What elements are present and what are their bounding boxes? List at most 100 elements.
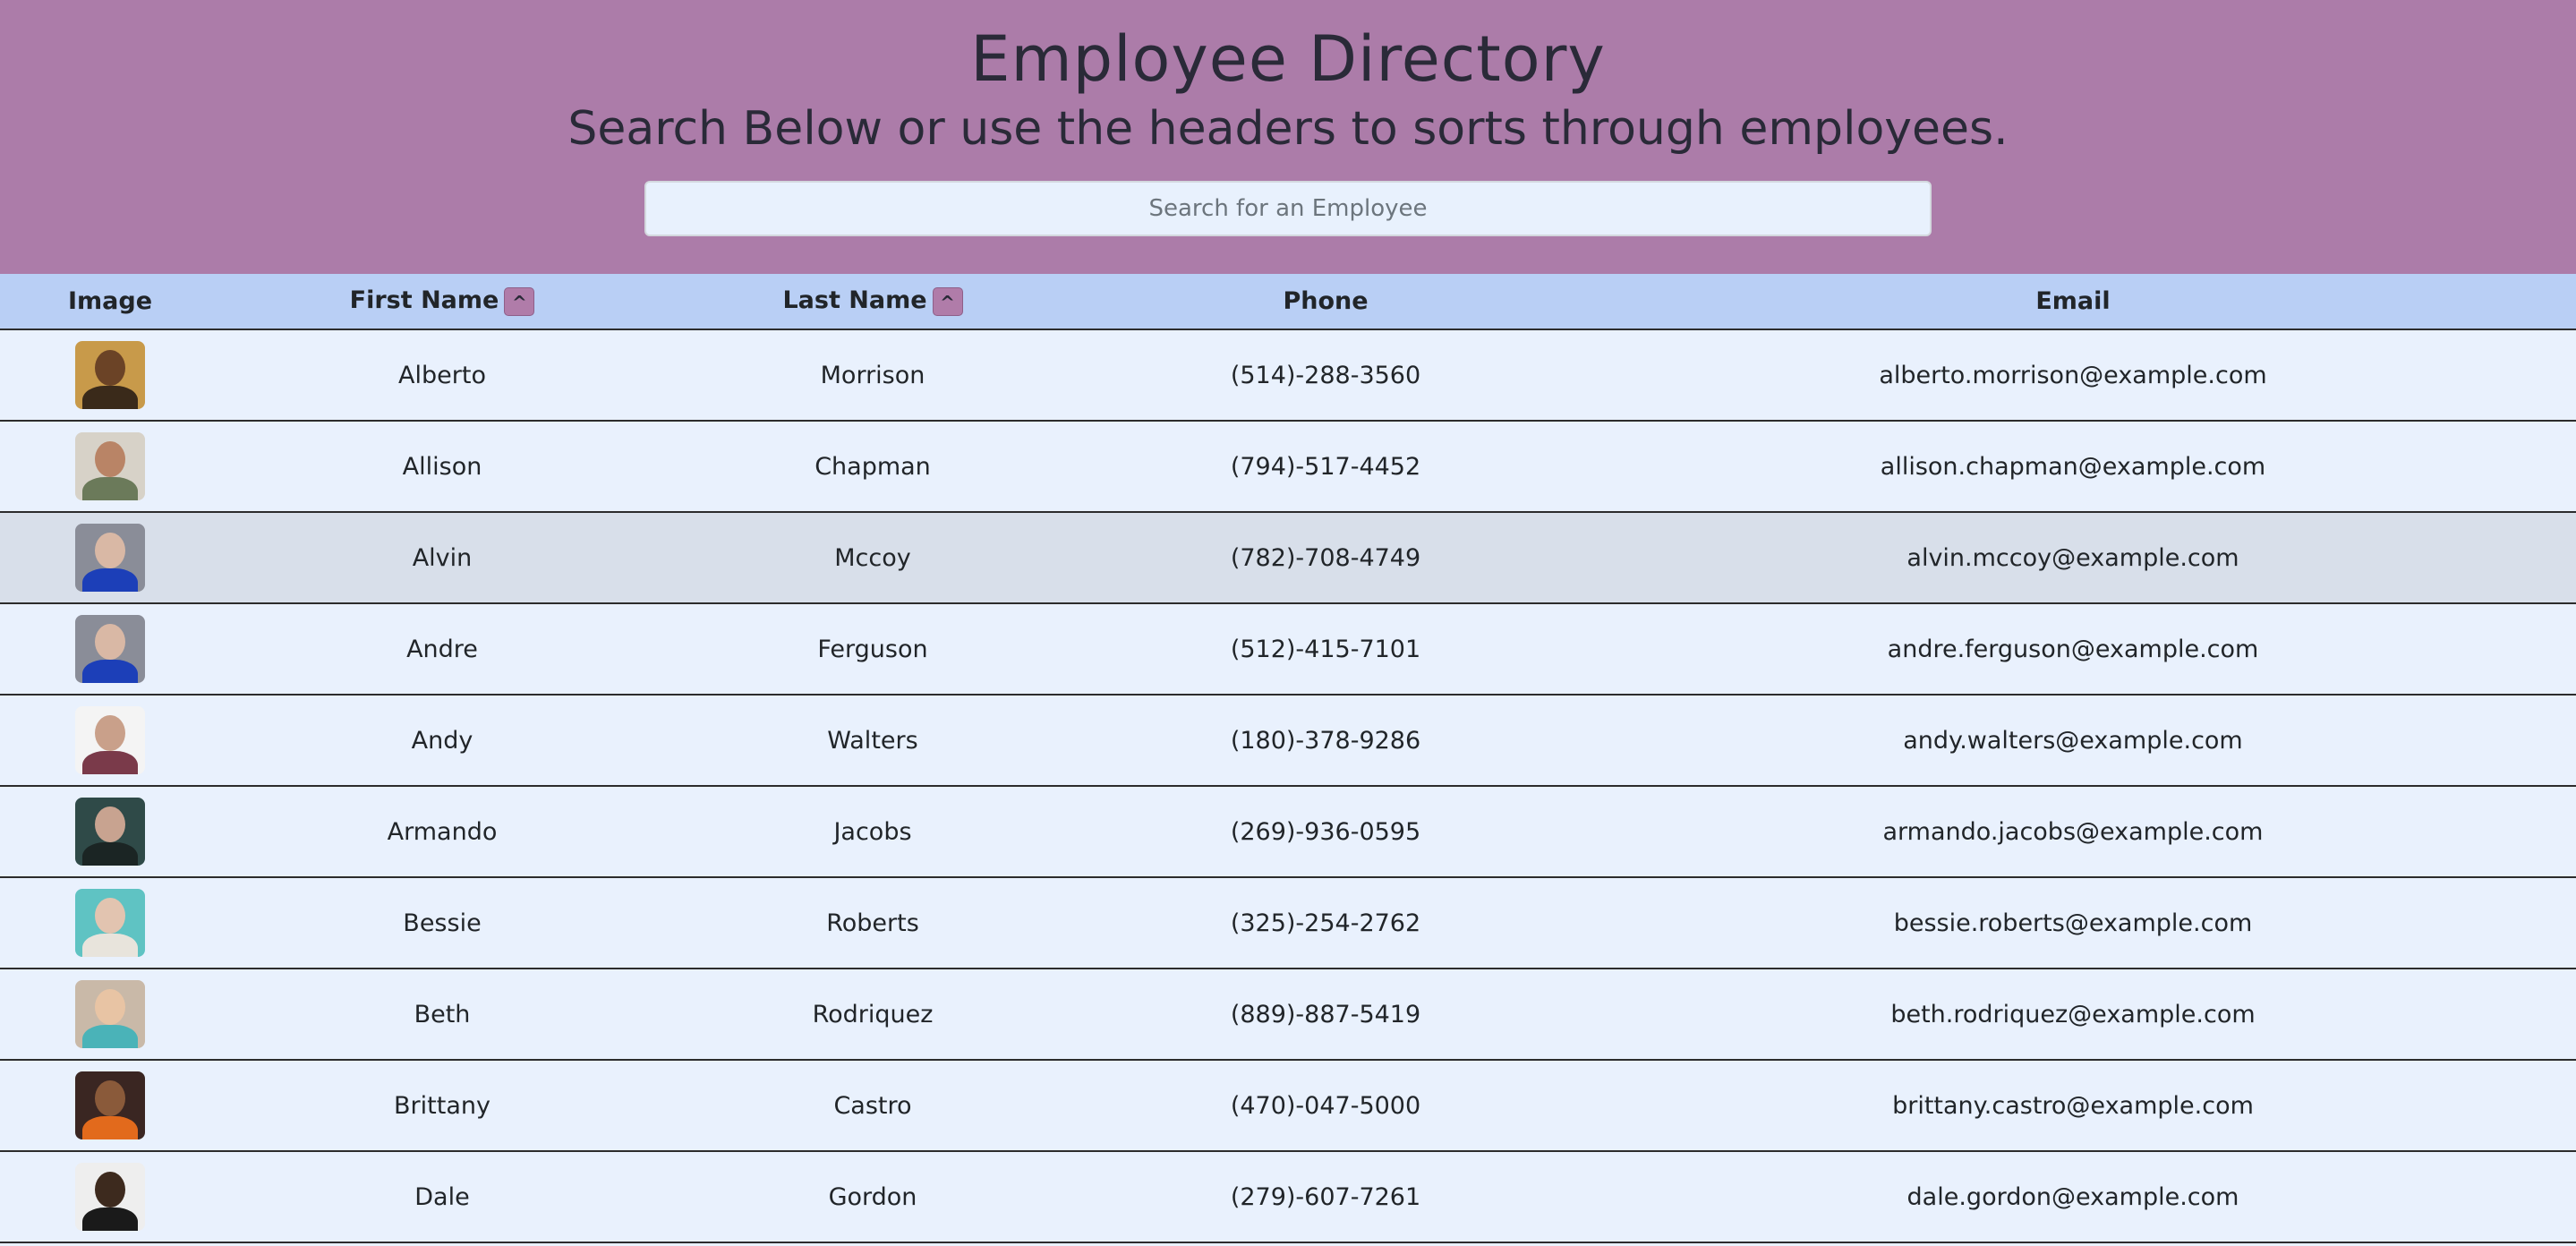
cell-last-name: Roberts [664, 877, 1081, 969]
table-body: Alberto Morrison (514)-288-3560 alberto.mor… [0, 329, 2576, 1243]
avatar [75, 341, 145, 409]
cell-image [0, 1151, 220, 1243]
column-label: Last Name [782, 286, 927, 315]
column-label: First Name [349, 286, 499, 315]
header-row: Image First Name ^ Last Name ^ Phone Email [0, 274, 2576, 330]
cell-email: bessie.roberts@example.com [1570, 877, 2576, 969]
cell-last-name: Castro [664, 1060, 1081, 1152]
cell-last-name: Rodriquez [664, 969, 1081, 1061]
cell-email: armando.jacobs@example.com [1570, 786, 2576, 878]
avatar-body [82, 568, 138, 592]
cell-image [0, 512, 220, 604]
cell-first-name: Beth [220, 969, 664, 1061]
cell-phone: (180)-378-9286 [1081, 695, 1570, 787]
table-row[interactable]: Andre Ferguson (512)-415-7101 andre.ferguso… [0, 603, 2576, 696]
table-row[interactable]: Armando Jacobs (269)-936-0595 armando.jacob… [0, 786, 2576, 878]
sort-last-name-button[interactable]: ^ [932, 286, 963, 316]
table-row[interactable]: Beth Rodriquez (889)-887-5419 beth.rodrique… [0, 969, 2576, 1061]
avatar-head [95, 898, 125, 934]
cell-phone: (782)-708-4749 [1081, 512, 1570, 604]
cell-email: allison.chapman@example.com [1570, 421, 2576, 513]
cell-image [0, 969, 220, 1061]
avatar-body [82, 934, 138, 957]
table-row[interactable]: Allison Chapman (794)-517-4452 allison.chap… [0, 421, 2576, 513]
column-label: Email [2035, 287, 2111, 315]
avatar-body [82, 1208, 138, 1231]
cell-last-name: Mccoy [664, 512, 1081, 604]
avatar [75, 1071, 145, 1139]
cell-phone: (269)-936-0595 [1081, 786, 1570, 878]
cell-last-name: Morrison [664, 329, 1081, 422]
avatar-body [82, 660, 138, 683]
table-row[interactable]: Alberto Morrison (514)-288-3560 alberto.mor… [0, 329, 2576, 422]
cell-image [0, 695, 220, 787]
avatar-head [95, 533, 125, 568]
table-row[interactable]: Brittany Castro (470)-047-5000 brittany.cas… [0, 1060, 2576, 1152]
avatar [75, 706, 145, 774]
cell-email: brittany.castro@example.com [1570, 1060, 2576, 1152]
page-title: Employee Directory [970, 22, 1606, 96]
employee-table: Image First Name ^ Last Name ^ Phone Email… [0, 274, 2576, 1243]
column-header-email: Email [1570, 274, 2576, 330]
avatar [75, 432, 145, 500]
avatar-body [82, 386, 138, 409]
cell-image [0, 421, 220, 513]
cell-first-name: Alberto [220, 329, 664, 422]
avatar [75, 798, 145, 866]
cell-last-name: Walters [664, 695, 1081, 787]
avatar-body [82, 1116, 138, 1139]
column-header-image: Image [0, 274, 220, 330]
cell-last-name: Gordon [664, 1151, 1081, 1243]
column-header-last-name: Last Name ^ [664, 274, 1081, 330]
table-row[interactable]: Andy Walters (180)-378-9286 andy.walters@ex… [0, 695, 2576, 787]
avatar-head [95, 624, 125, 660]
cell-last-name: Jacobs [664, 786, 1081, 878]
table-row[interactable]: Dale Gordon (279)-607-7261 dale.gordon@exam… [0, 1151, 2576, 1243]
cell-phone: (889)-887-5419 [1081, 969, 1570, 1061]
avatar-head [95, 1172, 125, 1208]
cell-email: dale.gordon@example.com [1570, 1151, 2576, 1243]
cell-image [0, 329, 220, 422]
avatar [75, 980, 145, 1048]
cell-phone: (279)-607-7261 [1081, 1151, 1570, 1243]
avatar [75, 1163, 145, 1231]
table-row[interactable]: Alvin Mccoy (782)-708-4749 alvin.mccoy@exam… [0, 512, 2576, 604]
cell-email: beth.rodriquez@example.com [1570, 969, 2576, 1061]
avatar-body [82, 1025, 138, 1048]
cell-last-name: Ferguson [664, 603, 1081, 696]
cell-email: alberto.morrison@example.com [1570, 329, 2576, 422]
cell-first-name: Andy [220, 695, 664, 787]
cell-image [0, 786, 220, 878]
cell-email: alvin.mccoy@example.com [1570, 512, 2576, 604]
cell-phone: (512)-415-7101 [1081, 603, 1570, 696]
cell-email: andre.ferguson@example.com [1570, 603, 2576, 696]
table-row[interactable]: Bessie Roberts (325)-254-2762 bessie.robert… [0, 877, 2576, 969]
cell-image [0, 1060, 220, 1152]
search-input[interactable] [644, 181, 1932, 236]
avatar-head [95, 989, 125, 1025]
table-header: Image First Name ^ Last Name ^ Phone Email [0, 274, 2576, 330]
cell-first-name: Andre [220, 603, 664, 696]
cell-phone: (794)-517-4452 [1081, 421, 1570, 513]
cell-first-name: Brittany [220, 1060, 664, 1152]
avatar [75, 889, 145, 957]
column-label: Phone [1283, 287, 1369, 315]
avatar-head [95, 1080, 125, 1116]
cell-first-name: Alvin [220, 512, 664, 604]
cell-first-name: Allison [220, 421, 664, 513]
avatar-body [82, 477, 138, 500]
avatar-head [95, 806, 125, 842]
cell-email: andy.walters@example.com [1570, 695, 2576, 787]
cell-image [0, 603, 220, 696]
avatar [75, 615, 145, 683]
column-header-phone: Phone [1081, 274, 1570, 330]
cell-phone: (470)-047-5000 [1081, 1060, 1570, 1152]
sort-first-name-button[interactable]: ^ [504, 286, 535, 316]
cell-image [0, 877, 220, 969]
cell-phone: (325)-254-2762 [1081, 877, 1570, 969]
avatar [75, 524, 145, 592]
avatar-head [95, 350, 125, 386]
avatar-body [82, 751, 138, 774]
avatar-body [82, 842, 138, 866]
cell-last-name: Chapman [664, 421, 1081, 513]
